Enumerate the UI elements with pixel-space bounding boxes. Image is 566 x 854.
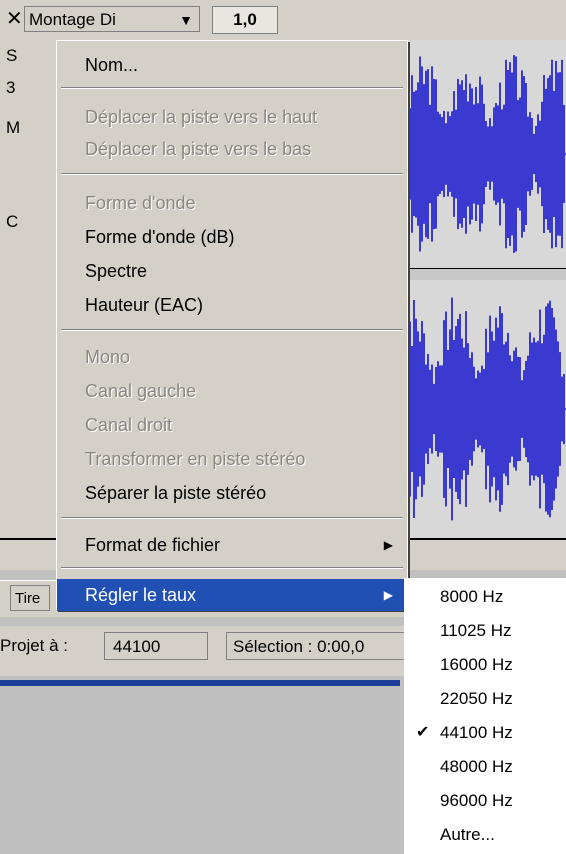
mute-button[interactable]: M [6, 118, 20, 138]
project-rate-label: Projet à : [0, 636, 69, 655]
menu-item-set-rate[interactable]: Régler le taux ▶ [57, 579, 407, 611]
menu-item-waveform[interactable]: Forme d'onde [57, 187, 407, 219]
menu-item-move-up[interactable]: Déplacer la piste vers le haut [57, 101, 407, 133]
menu-item-left-channel[interactable]: Canal gauche [57, 375, 407, 407]
menu-item-make-stereo[interactable]: Transformer en piste stéréo [57, 443, 407, 475]
submenu-arrow-icon: ▶ [383, 588, 393, 602]
track-info-text: 3 [6, 78, 16, 97]
track-info-panel: S 3 M C [0, 40, 57, 540]
waveform-bars [400, 55, 565, 253]
waveform-bars [400, 297, 565, 521]
menu-item-right-channel[interactable]: Canal droit [57, 409, 407, 441]
gain-value: 1,0 [212, 6, 278, 34]
selection-display: Sélection : 0:00,0 [226, 632, 406, 660]
submenu-arrow-icon: ▶ [383, 538, 393, 552]
track-context-menu: Nom... Déplacer la piste vers le haut Dé… [56, 40, 408, 611]
rate-option[interactable]: 11025 Hz [404, 614, 566, 648]
menu-separator [61, 517, 403, 519]
menu-item-move-down[interactable]: Déplacer la piste vers le bas [57, 133, 407, 165]
menu-item-spectrum[interactable]: Spectre [57, 255, 407, 287]
menu-separator [61, 329, 403, 331]
rate-option[interactable]: 22050 Hz [404, 682, 566, 716]
track-info-text: C [6, 212, 19, 231]
chevron-down-icon: ▼ [179, 12, 193, 28]
rate-option[interactable]: 16000 Hz [404, 648, 566, 682]
rate-option-selected[interactable]: ✔ 44100 Hz [404, 716, 566, 750]
waveform-left-channel[interactable] [400, 40, 566, 268]
rate-option[interactable]: 48000 Hz [404, 750, 566, 784]
tool-button[interactable]: Tire [10, 585, 50, 611]
close-track-button[interactable]: ✕ [6, 8, 23, 30]
menu-item-mono[interactable]: Mono [57, 341, 407, 373]
menu-item-name[interactable]: Nom... [57, 49, 407, 81]
checkmark-icon: ✔ [416, 724, 430, 741]
rate-option-label: 44100 Hz [440, 723, 513, 742]
project-rate-field[interactable]: 44100 [104, 632, 208, 660]
menu-separator [61, 173, 403, 175]
waveform-right-channel[interactable] [400, 280, 566, 538]
menu-item-split-stereo[interactable]: Séparer la piste stéréo [57, 477, 407, 509]
track-name-dropdown[interactable]: Montage Di ▼ [24, 6, 200, 32]
rate-option-other[interactable]: Autre... [404, 818, 566, 852]
menu-item-label: Format de fichier [85, 535, 221, 555]
empty-area [0, 686, 400, 854]
menu-item-waveform-db[interactable]: Forme d'onde (dB) [57, 221, 407, 253]
rate-submenu: 8000 Hz 11025 Hz 16000 Hz 22050 Hz ✔ 441… [404, 578, 566, 854]
track-name-label: Montage Di [29, 10, 116, 29]
rate-option[interactable]: 8000 Hz [404, 580, 566, 614]
waveform-graphic [400, 297, 566, 521]
menu-separator [61, 87, 403, 89]
menu-separator [61, 567, 403, 569]
menu-item-file-format[interactable]: Format de fichier ▶ [57, 529, 407, 561]
menu-item-pitch[interactable]: Hauteur (EAC) [57, 289, 407, 321]
waveform-graphic [400, 55, 566, 253]
track-info-text: S [6, 46, 18, 65]
track-control-bar: ✕ Montage Di ▼ 1,0 [0, 0, 566, 41]
menu-item-label: Régler le taux [85, 585, 197, 605]
rate-option[interactable]: 96000 Hz [404, 784, 566, 818]
